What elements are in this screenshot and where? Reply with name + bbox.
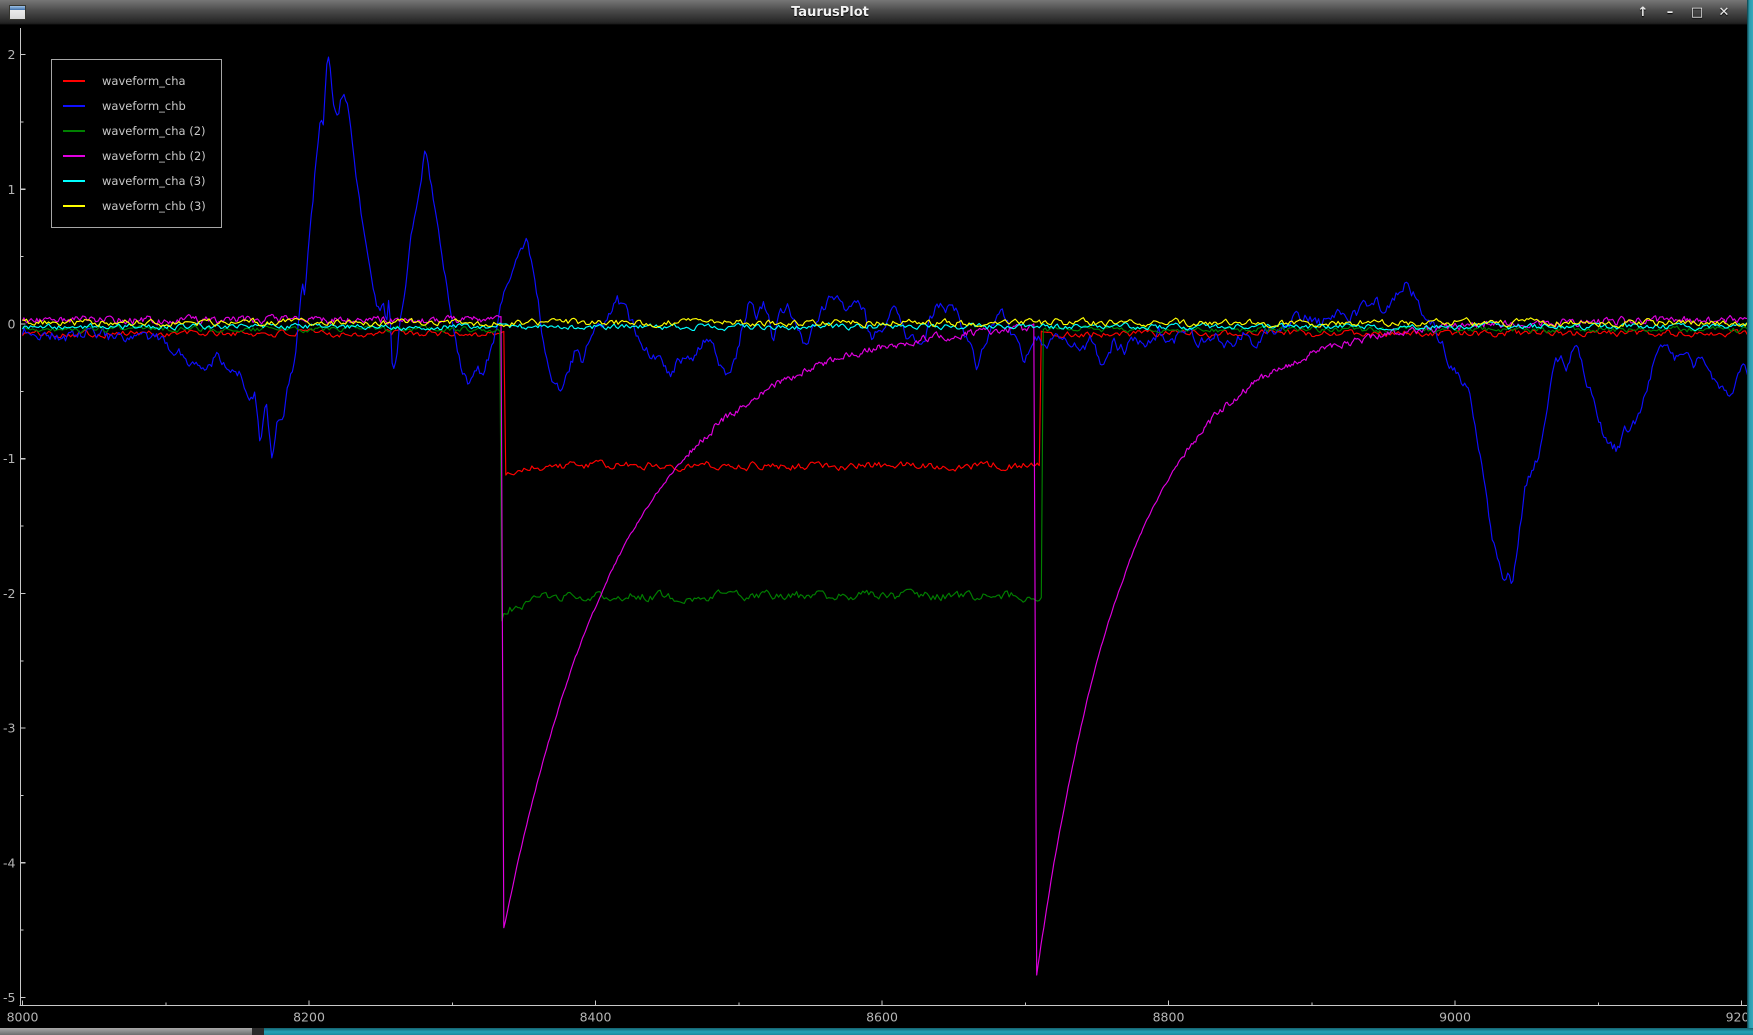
legend-line-sample [63,205,85,207]
legend-item-label: waveform_cha (3) [102,174,206,188]
minimize-window-icon[interactable]: – [1661,5,1679,20]
legend-line-sample [63,180,85,182]
window-title: TaurusPlot [26,5,1634,20]
plot-legend: waveform_cha waveform_chb waveform_cha (2)… [51,59,222,228]
window-menu-icon[interactable] [9,5,26,20]
trace-waveform-cha [23,329,1752,475]
legend-line-sample [63,80,85,82]
legend-item-waveform-chb-2-[interactable]: waveform_chb (2) [63,144,221,169]
x-tick-label: 8600 [866,1010,898,1025]
background-window-bottom-left[interactable] [0,1028,252,1035]
legend-item-label: waveform_cha (2) [102,124,206,138]
x-tick-label: 8200 [293,1010,325,1025]
legend-line-sample [63,155,85,157]
x-tick-label: 8800 [1153,1010,1185,1025]
background-window-right-edge[interactable] [1747,0,1753,1035]
legend-item-waveform-cha[interactable]: waveform_cha [63,69,221,94]
y-tick-label: 2 [8,47,16,62]
legend-item-label: waveform_chb (3) [102,199,206,213]
shade-window-icon[interactable]: ↑ [1634,5,1652,20]
background-window-divider [252,1028,264,1035]
y-tick-label: -4 [3,855,16,870]
waveform-plot-canvas[interactable]: 8000820084008600880090009200210-1-2-3-4-… [0,0,1753,1035]
legend-item-label: waveform_chb [102,99,186,113]
trace-waveform-cha-2- [23,325,1752,621]
x-tick-label: 9000 [1439,1010,1471,1025]
legend-line-sample [63,130,85,132]
close-window-icon[interactable]: ✕ [1715,5,1733,20]
legend-line-sample [63,105,85,107]
legend-item-label: waveform_chb (2) [102,149,206,163]
x-tick-label: 8000 [7,1010,39,1025]
legend-item-label: waveform_cha [102,74,186,88]
window-controls: ↑ – □ ✕ [1634,5,1733,20]
legend-item-waveform-cha-2-[interactable]: waveform_cha (2) [63,119,221,144]
x-tick-label: 8400 [580,1010,612,1025]
y-tick-label: -5 [3,990,15,1005]
background-window-bottom-titlebar[interactable] [264,1028,1753,1035]
legend-item-waveform-chb-3-[interactable]: waveform_chb (3) [63,194,221,219]
y-tick-label: 0 [8,317,16,332]
y-tick-label: -1 [3,451,15,466]
legend-item-waveform-cha-3-[interactable]: waveform_cha (3) [63,169,221,194]
trace-waveform-chb-2- [23,314,1753,975]
screen: { "window": { "title": "TaurusPlot", "co… [0,0,1753,1035]
window-titlebar[interactable]: TaurusPlot ↑ – □ ✕ [0,0,1747,25]
y-tick-label: -3 [3,721,15,736]
maximize-window-icon[interactable]: □ [1688,5,1706,20]
y-tick-label: 1 [8,182,16,197]
legend-item-waveform-chb[interactable]: waveform_chb [63,94,221,119]
y-tick-label: -2 [3,586,15,601]
